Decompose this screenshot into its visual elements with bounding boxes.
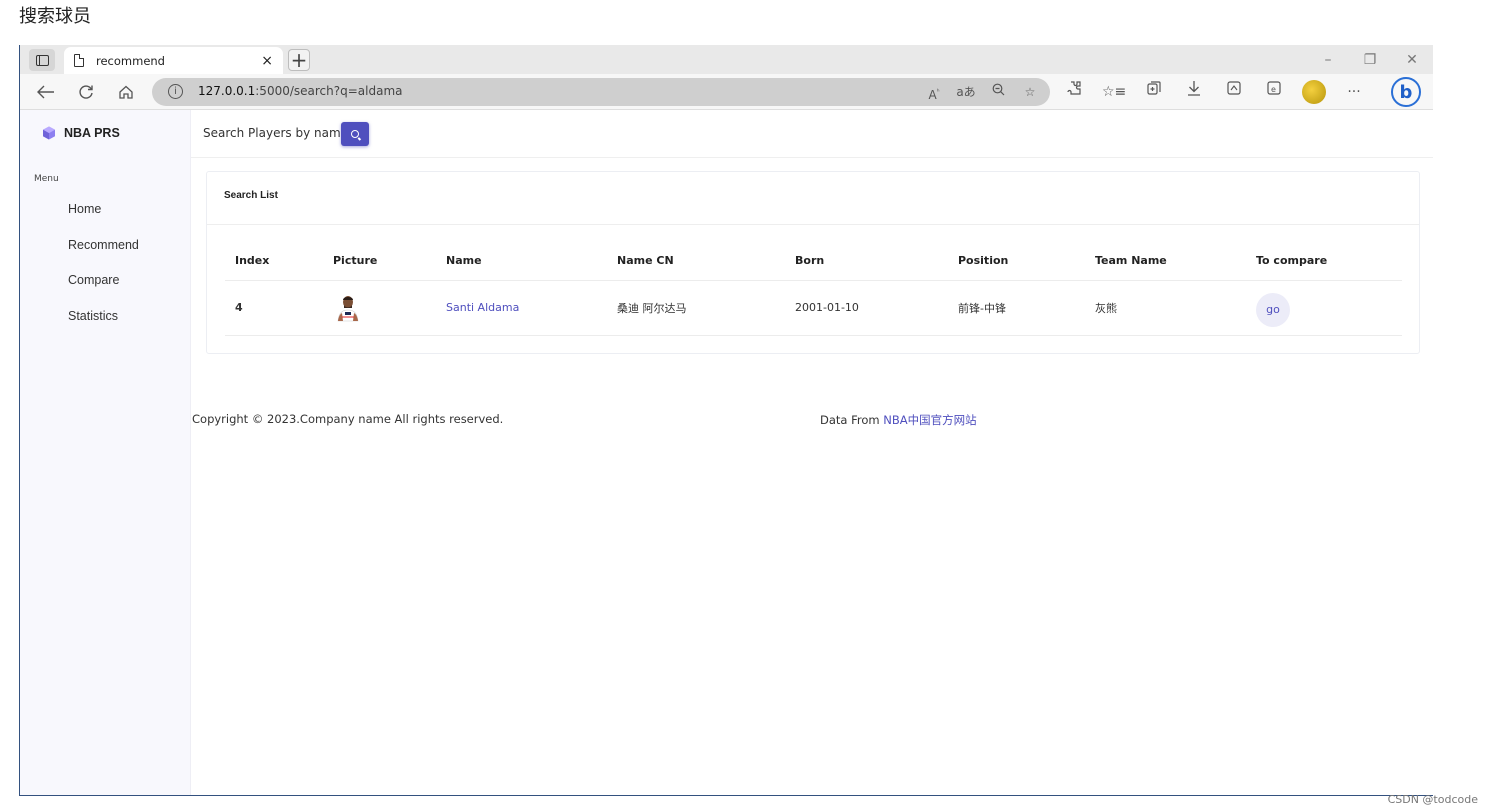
- card-divider: [207, 224, 1419, 225]
- address-bar[interactable]: i 127.0.0.1:5000/search?q=aldama Aʰ aあ ☆: [152, 78, 1050, 106]
- navigation-bar: i 127.0.0.1:5000/search?q=aldama Aʰ aあ ☆…: [20, 74, 1433, 110]
- cell-position: 前锋-中锋: [948, 280, 1085, 336]
- downloads-icon[interactable]: [1182, 80, 1206, 104]
- cell-born: 2001-01-10: [785, 280, 948, 336]
- browser-tab[interactable]: recommend ×: [64, 47, 283, 74]
- card-title: Search List: [224, 190, 278, 201]
- read-aloud-icon[interactable]: Aʰ: [924, 82, 944, 102]
- data-source: Data From NBA中国官方网站: [820, 412, 977, 428]
- column-header-position: Position: [948, 242, 1085, 281]
- column-header-name-cn: Name CN: [607, 242, 785, 281]
- tab-actions-icon: [35, 54, 49, 66]
- main-content: Search List Index Picture Name Name CN B…: [191, 110, 1433, 795]
- new-tab-button[interactable]: +: [288, 49, 310, 71]
- data-source-prefix: Data From: [820, 413, 884, 427]
- menu-label: Menu: [34, 174, 59, 184]
- search-icon: [351, 130, 359, 138]
- copyright-text: Copyright © 2023.Company name All rights…: [192, 412, 504, 426]
- column-header-picture: Picture: [323, 242, 436, 281]
- url-text[interactable]: 127.0.0.1:5000/search?q=aldama: [198, 84, 403, 98]
- add-favorite-icon[interactable]: ☆: [1020, 82, 1040, 102]
- minimize-button[interactable]: –: [1307, 52, 1349, 68]
- search-bar: [191, 110, 1433, 158]
- column-header-born: Born: [785, 242, 948, 281]
- column-header-team: Team Name: [1085, 242, 1246, 281]
- profile-avatar-icon[interactable]: [1302, 80, 1326, 104]
- toolbar-icons: ☆≡ e ···: [1062, 80, 1366, 104]
- results-table: Index Picture Name Name CN Born Position…: [225, 242, 1402, 336]
- column-header-index: Index: [225, 242, 323, 281]
- close-tab-icon[interactable]: ×: [261, 53, 273, 69]
- document-icon: [74, 54, 84, 67]
- cell-index: 4: [225, 280, 323, 336]
- cube-logo-icon: [42, 126, 56, 140]
- extensions-icon[interactable]: [1062, 80, 1086, 104]
- player-photo: [333, 293, 363, 323]
- restore-button[interactable]: ❐: [1349, 52, 1391, 68]
- compare-go-button[interactable]: go: [1256, 292, 1290, 327]
- translate-icon[interactable]: aあ: [956, 82, 976, 102]
- sidebar-item-statistics[interactable]: Statistics: [68, 309, 139, 345]
- page-viewport: NBA PRS Menu Home Recommend Compare Stat…: [20, 110, 1433, 795]
- tab-strip: recommend × + – ❐ ✕: [20, 45, 1433, 74]
- favorites-icon[interactable]: ☆≡: [1102, 80, 1126, 104]
- close-window-button[interactable]: ✕: [1391, 52, 1433, 68]
- collections-icon[interactable]: [1142, 80, 1166, 104]
- url-host: 127.0.0.1: [198, 84, 256, 98]
- cell-compare: go: [1246, 280, 1402, 336]
- more-options-icon[interactable]: ···: [1342, 80, 1366, 104]
- cell-picture: [323, 280, 436, 336]
- search-button[interactable]: [341, 122, 369, 146]
- window-controls: – ❐ ✕: [1307, 45, 1433, 74]
- tab-actions-button[interactable]: [29, 49, 55, 71]
- table-row: 4 Santi Aldama 桑迪 阿尔达马 2001-01-10 前锋-中锋 …: [225, 280, 1402, 336]
- svg-text:e: e: [1271, 85, 1276, 94]
- sidebar-item-compare[interactable]: Compare: [68, 273, 139, 309]
- brand-name: NBA PRS: [64, 126, 120, 140]
- brand-logo[interactable]: NBA PRS: [42, 126, 120, 140]
- ie-mode-icon[interactable]: e: [1262, 80, 1286, 104]
- table-header-row: Index Picture Name Name CN Born Position…: [225, 242, 1402, 281]
- home-icon[interactable]: [114, 80, 138, 104]
- site-info-icon[interactable]: i: [168, 84, 183, 99]
- sidebar: NBA PRS Menu Home Recommend Compare Stat…: [20, 110, 191, 795]
- address-bar-actions: Aʰ aあ ☆: [924, 82, 1040, 102]
- bing-copilot-button[interactable]: b: [1391, 77, 1421, 107]
- watermark: CSDN @todcode: [1387, 793, 1478, 806]
- tab-title: recommend: [96, 53, 165, 68]
- data-source-link[interactable]: NBA中国官方网站: [883, 413, 976, 427]
- screenshot-icon[interactable]: [1222, 80, 1246, 104]
- browser-window: recommend × + – ❐ ✕ i 127.0.0.1:5000/sea…: [19, 45, 1433, 796]
- zoom-icon[interactable]: [988, 82, 1008, 102]
- refresh-icon[interactable]: [74, 80, 98, 104]
- column-header-compare: To compare: [1246, 242, 1402, 281]
- cell-name: Santi Aldama: [436, 280, 607, 336]
- sidebar-nav: Home Recommend Compare Statistics: [68, 202, 139, 344]
- page-heading: 搜索球员: [19, 6, 91, 27]
- sidebar-item-home[interactable]: Home: [68, 202, 139, 238]
- sidebar-item-recommend[interactable]: Recommend: [68, 238, 139, 274]
- cell-name-cn: 桑迪 阿尔达马: [607, 280, 785, 336]
- url-path: :5000/search?q=aldama: [255, 84, 403, 98]
- player-name-link[interactable]: Santi Aldama: [446, 301, 519, 314]
- column-header-name: Name: [436, 242, 607, 281]
- search-list-card: Search List Index Picture Name Name CN B…: [206, 171, 1420, 354]
- cell-team: 灰熊: [1085, 280, 1246, 336]
- back-icon[interactable]: [34, 80, 58, 104]
- search-input[interactable]: [203, 122, 343, 144]
